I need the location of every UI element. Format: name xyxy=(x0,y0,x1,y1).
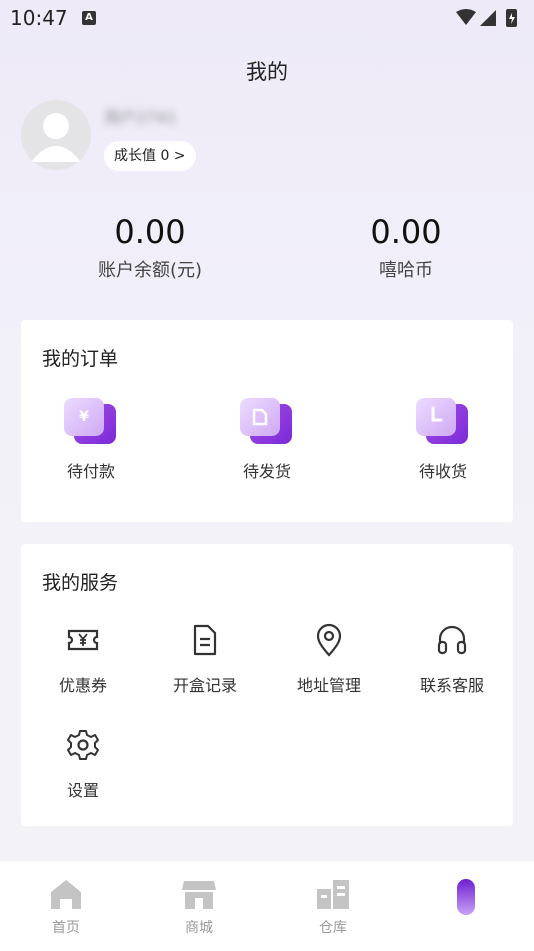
location-icon xyxy=(316,623,342,657)
order-pending-payment[interactable]: ¥ 待付款 xyxy=(36,398,146,482)
services-title: 我的服务 xyxy=(42,572,119,594)
account-balance[interactable]: 0.00 账户余额(元) xyxy=(50,212,250,282)
tab-label: 首页 xyxy=(52,920,80,936)
gear-icon xyxy=(67,730,99,760)
order-label: 待付款 xyxy=(66,462,115,481)
order-label: 待发货 xyxy=(242,462,291,481)
bottom-tab-bar: 首页 商城 仓库 xyxy=(0,861,534,951)
xiha-coins[interactable]: 0.00 嘻哈币 xyxy=(306,212,506,282)
order-pending-shipment[interactable]: 待发货 xyxy=(212,398,322,482)
services-card: 我的服务 优惠券 开盒记录 地址管理 联系客服 设置 xyxy=(21,544,513,826)
orders-title: 我的订单 xyxy=(42,348,119,370)
service-box-history[interactable]: 开盒记录 xyxy=(150,622,260,696)
wifi-icon xyxy=(456,9,476,25)
notification-icon: A xyxy=(82,11,96,25)
headset-icon xyxy=(437,625,467,655)
status-time: 10:47 xyxy=(10,6,68,30)
service-support[interactable]: 联系客服 xyxy=(397,622,507,696)
service-coupons[interactable]: 优惠券 xyxy=(28,622,138,696)
status-bar: 10:47 A xyxy=(0,0,534,36)
order-pending-receipt[interactable]: 待收货 xyxy=(388,398,498,482)
payment-icon: ¥ xyxy=(64,398,118,446)
tab-store[interactable]: 商城 xyxy=(154,877,244,937)
growth-value-button[interactable]: 成长值 0 > xyxy=(104,141,196,171)
store-icon xyxy=(182,881,216,909)
service-label: 联系客服 xyxy=(419,676,484,695)
tab-profile[interactable] xyxy=(421,877,511,923)
receive-icon xyxy=(416,398,470,446)
service-label: 地址管理 xyxy=(296,676,361,695)
tab-label: 仓库 xyxy=(319,920,347,936)
tab-label: 商城 xyxy=(185,920,213,936)
username: 用户2741 xyxy=(104,108,177,127)
document-icon xyxy=(193,624,217,656)
coins-value: 0.00 xyxy=(370,213,442,251)
page-title: 我的 xyxy=(246,60,288,84)
warehouse-icon xyxy=(317,880,349,909)
service-address[interactable]: 地址管理 xyxy=(274,622,384,696)
avatar[interactable] xyxy=(21,100,91,170)
balance-label: 账户余额(元) xyxy=(97,260,203,281)
order-label: 待收货 xyxy=(418,462,467,481)
tab-home[interactable]: 首页 xyxy=(21,877,111,937)
tab-warehouse[interactable]: 仓库 xyxy=(288,877,378,937)
orders-card: 我的订单 ¥ 待付款 待发货 待收货 xyxy=(21,320,513,522)
home-icon xyxy=(51,880,81,909)
coupon-icon xyxy=(67,629,99,651)
signal-icon xyxy=(480,10,496,26)
profile-tab-icon xyxy=(457,879,475,915)
coins-label: 嘻哈币 xyxy=(379,260,433,281)
service-label: 开盒记录 xyxy=(172,676,237,695)
user-avatar-icon xyxy=(31,113,81,162)
balance-value: 0.00 xyxy=(114,213,186,251)
service-label: 优惠券 xyxy=(58,676,107,695)
system-status-icons xyxy=(456,9,517,27)
service-settings[interactable]: 设置 xyxy=(28,727,138,801)
service-label: 设置 xyxy=(66,781,99,800)
shipping-icon xyxy=(240,398,294,446)
